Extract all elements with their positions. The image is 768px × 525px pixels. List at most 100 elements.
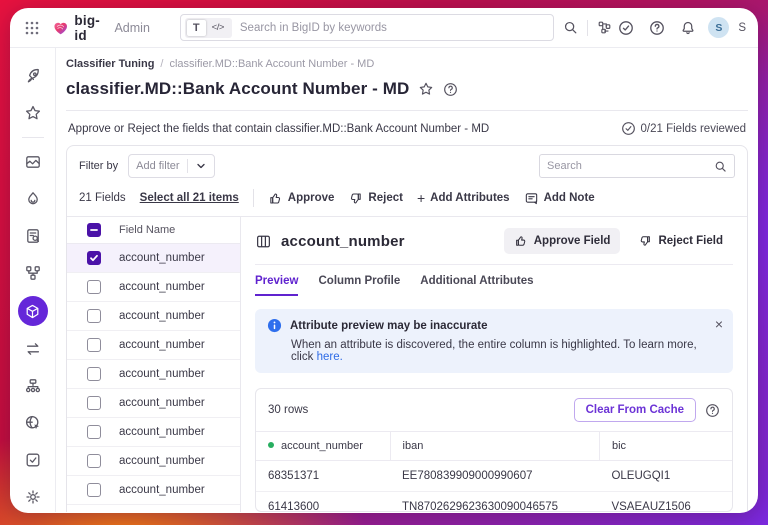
tab-column-profile[interactable]: Column Profile xyxy=(318,275,400,296)
tab-preview[interactable]: Preview xyxy=(255,275,298,296)
field-row[interactable]: account_number xyxy=(67,360,240,389)
tuning-panel: Filter by Add filter xyxy=(66,145,748,512)
global-search-field[interactable]: T </> xyxy=(180,14,555,41)
row-checkbox[interactable] xyxy=(87,425,101,439)
row-checkbox[interactable] xyxy=(87,280,101,294)
close-icon[interactable]: × xyxy=(715,316,723,332)
banner-title: Attribute preview may be inaccurate xyxy=(290,320,487,332)
breadcrumb-classifier-tuning[interactable]: Classifier Tuning xyxy=(66,58,154,70)
bell-icon[interactable] xyxy=(677,17,699,39)
field-row[interactable]: account_number xyxy=(67,331,240,360)
image-chart-icon[interactable] xyxy=(18,148,48,176)
globe-pointer-icon[interactable] xyxy=(18,409,48,437)
banner-body: When an attribute is discovered, the ent… xyxy=(291,339,721,363)
document-search-icon[interactable] xyxy=(18,222,48,250)
field-list: Field Name account_number account_number xyxy=(67,217,241,512)
favorite-star-icon[interactable] xyxy=(418,81,434,97)
global-search-input[interactable] xyxy=(240,22,546,34)
cell-account-number: 68351371 xyxy=(256,461,390,492)
reject-button[interactable]: Reject xyxy=(348,191,403,206)
field-row[interactable]: account_number xyxy=(67,244,240,273)
field-row[interactable]: account_number xyxy=(67,389,240,418)
tab-additional-attributes[interactable]: Additional Attributes xyxy=(420,275,533,296)
title-row: classifier.MD::Bank Account Number - MD xyxy=(66,79,748,99)
code-mode-button[interactable]: </> xyxy=(206,20,230,36)
search-icon[interactable] xyxy=(560,17,581,38)
column-header-account-number: account_number xyxy=(256,432,390,461)
help-circle-icon[interactable] xyxy=(646,17,668,39)
field-detail-header: account_number Approve Field xyxy=(255,228,733,265)
row-count-label: 30 rows xyxy=(268,404,308,416)
fields-search-input[interactable] xyxy=(547,160,714,172)
approve-field-button[interactable]: Approve Field xyxy=(504,228,621,254)
cube-icon[interactable] xyxy=(18,296,48,326)
fields-count: 21 Fields xyxy=(79,192,126,204)
preview-table: account_number iban bic 68351371 EE78083… xyxy=(256,431,732,512)
select-all-link[interactable]: Select all 21 items xyxy=(140,192,239,204)
breadcrumb: Classifier Tuning / classifier.MD::Bank … xyxy=(66,58,748,70)
advanced-search-icon[interactable] xyxy=(594,17,615,38)
user-avatar[interactable]: S xyxy=(708,17,729,38)
info-icon xyxy=(267,318,282,333)
approve-button[interactable]: Approve xyxy=(268,191,335,206)
swap-arrows-icon[interactable] xyxy=(18,335,48,363)
table-row: 68351371 EE780839909000990607 OLEUGQI1 xyxy=(256,461,732,492)
learn-more-link[interactable]: here. xyxy=(317,351,343,363)
row-checkbox[interactable] xyxy=(87,309,101,323)
field-row[interactable]: account_number xyxy=(67,302,240,331)
column-icon xyxy=(255,233,272,250)
main-content: Classifier Tuning / classifier.MD::Bank … xyxy=(56,48,758,512)
column-header-iban: iban xyxy=(390,432,599,461)
preview-table-card: 30 rows Clear From Cache xyxy=(255,388,733,512)
left-nav-sidebar xyxy=(10,48,56,512)
list-detail-split: Field Name account_number account_number xyxy=(67,216,747,512)
cache-help-icon[interactable] xyxy=(705,403,720,418)
row-checkbox[interactable] xyxy=(87,483,101,497)
rocket-icon[interactable] xyxy=(18,62,48,90)
flame-icon[interactable] xyxy=(18,185,48,213)
row-checkbox[interactable] xyxy=(87,396,101,410)
select-all-checkbox[interactable] xyxy=(87,223,101,237)
info-banner: Attribute preview may be inaccurate × Wh… xyxy=(255,309,733,373)
field-list-header: Field Name xyxy=(67,217,240,244)
text-mode-button[interactable]: T xyxy=(187,20,206,36)
gear-icon[interactable] xyxy=(18,483,48,511)
hierarchy-icon[interactable] xyxy=(18,372,48,400)
row-checkbox[interactable] xyxy=(87,251,101,265)
chevron-down-icon xyxy=(195,160,207,172)
title-help-icon[interactable] xyxy=(443,82,458,97)
field-row[interactable]: account_number xyxy=(67,273,240,302)
bigid-logo[interactable]: big-id Admin xyxy=(52,13,150,43)
row-checkbox[interactable] xyxy=(87,338,101,352)
top-bar: big-id Admin T </> xyxy=(10,8,758,48)
field-row[interactable]: account_number xyxy=(67,505,240,512)
bigid-heart-icon xyxy=(52,18,69,38)
attribute-dot-icon xyxy=(268,442,274,448)
field-detail-name: account_number xyxy=(281,233,405,250)
breadcrumb-separator: / xyxy=(160,58,163,70)
field-row[interactable]: account_number xyxy=(67,447,240,476)
filter-by-label: Filter by xyxy=(79,160,118,172)
cell-iban: EE780839909000990607 xyxy=(390,461,599,492)
logo-suffix: Admin xyxy=(114,21,149,35)
reject-field-button[interactable]: Reject Field xyxy=(628,228,733,254)
add-note-button[interactable]: Add Note xyxy=(524,191,595,206)
checked-box-icon[interactable] xyxy=(18,446,48,474)
thumbs-down-icon xyxy=(638,234,652,248)
thumbs-up-icon xyxy=(268,191,283,206)
search-mode-toggle: T </> xyxy=(185,18,232,38)
fields-search-field[interactable] xyxy=(539,154,735,178)
row-checkbox[interactable] xyxy=(87,367,101,381)
check-circle-icon[interactable] xyxy=(615,17,637,39)
add-attributes-button[interactable]: + Add Attributes xyxy=(417,192,510,204)
field-detail-panel: account_number Approve Field xyxy=(241,217,747,512)
app-launcher-grid-icon[interactable] xyxy=(24,20,40,36)
clear-from-cache-button[interactable]: Clear From Cache xyxy=(574,398,696,422)
row-checkbox[interactable] xyxy=(87,454,101,468)
cluster-icon[interactable] xyxy=(18,259,48,287)
field-row[interactable]: account_number xyxy=(67,418,240,447)
star-icon[interactable] xyxy=(18,99,48,127)
field-row[interactable]: account_number xyxy=(67,476,240,505)
column-header-bic: bic xyxy=(599,432,732,461)
add-filter-button[interactable]: Add filter xyxy=(128,154,214,178)
